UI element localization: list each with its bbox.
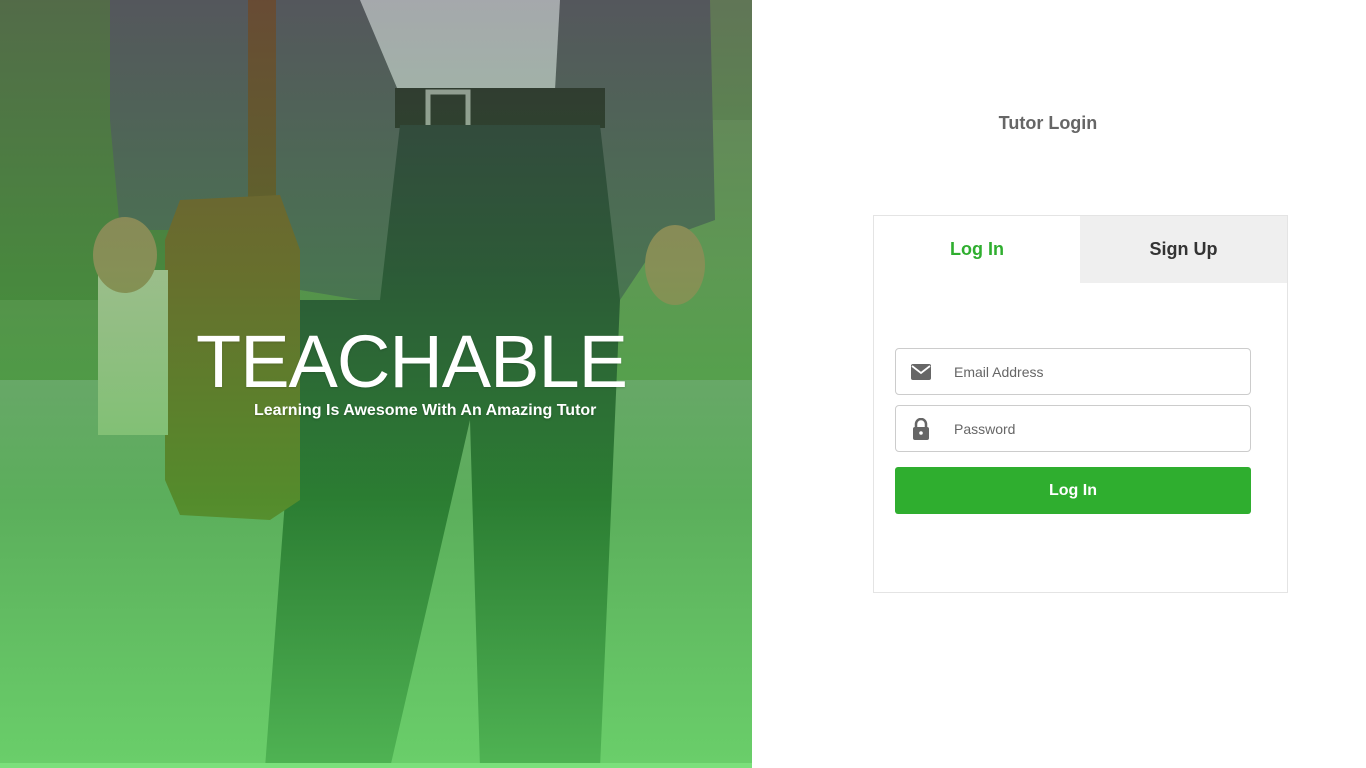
email-input[interactable] <box>946 351 1236 392</box>
page-title: Tutor Login <box>998 113 1098 133</box>
page: TEACHABLE Learning Is Awesome With An Am… <box>0 0 1366 768</box>
auth-tabs: Log In Sign Up <box>874 216 1287 283</box>
hero-panel: TEACHABLE Learning Is Awesome With An Am… <box>0 0 752 768</box>
password-input[interactable] <box>946 408 1236 449</box>
email-field <box>895 348 1251 395</box>
hero-bottom-edge <box>0 763 752 768</box>
tab-log-in[interactable]: Log In <box>874 216 1080 283</box>
password-field <box>895 405 1251 452</box>
login-card: Log In Sign Up Log In <box>873 215 1288 593</box>
hero-tagline: Learning Is Awesome With An Amazing Tuto… <box>254 402 597 419</box>
log-in-button[interactable]: Log In <box>895 467 1251 514</box>
envelope-icon <box>896 349 946 394</box>
brand-logo-text: TEACHABLE <box>196 320 628 403</box>
tab-sign-up[interactable]: Sign Up <box>1080 216 1287 283</box>
lock-icon <box>896 406 946 451</box>
